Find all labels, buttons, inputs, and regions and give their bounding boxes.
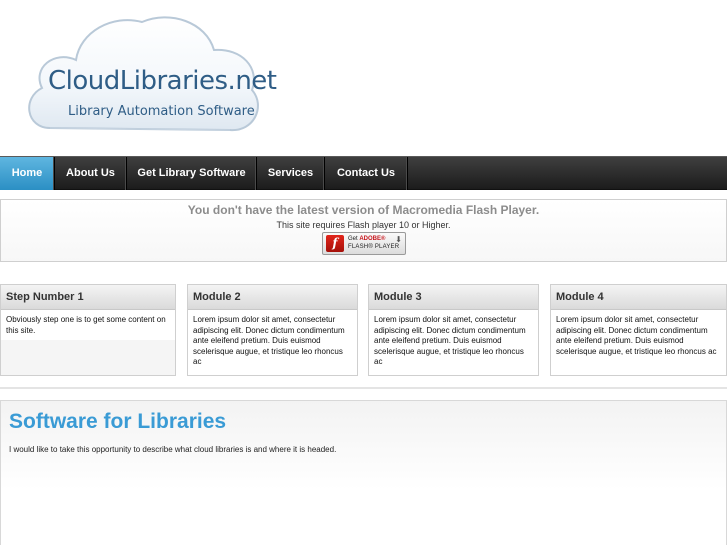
flash-badge-get-text: Get [348, 236, 358, 242]
flash-notice: You don't have the latest version of Mac… [0, 199, 727, 262]
main-content: Software for Libraries I would like to t… [0, 400, 727, 545]
flash-notice-title: You don't have the latest version of Mac… [187, 203, 540, 217]
site-logo[interactable]: CloudLibraries.net Library Automation So… [20, 10, 277, 145]
logo-subtitle: Library Automation Software [68, 104, 255, 119]
nav-about-us[interactable]: About Us [55, 157, 127, 190]
flash-badge-adobe: ADOBE® [359, 236, 386, 242]
content-text: I would like to take this opportunity to… [9, 445, 337, 454]
module-2: Module 2 Lorem ipsum dolor sit amet, con… [187, 284, 358, 376]
download-arrow-icon: ⬇ [395, 235, 402, 244]
flash-notice-subtitle: This site requires Flash player 10 or Hi… [276, 220, 451, 230]
nav-get-library-software[interactable]: Get Library Software [127, 157, 257, 190]
flash-badge-player: FLASH® PLAYER [348, 244, 400, 250]
module-title: Module 3 [369, 285, 538, 310]
logo-title: CloudLibraries.net [48, 66, 277, 96]
module-title: Step Number 1 [1, 285, 175, 310]
get-flash-player-button[interactable]: f Get ADOBE® FLASH® PLAYER ⬇ [322, 232, 406, 255]
nav-home[interactable]: Home [0, 157, 55, 190]
flash-logo-icon: f [326, 235, 344, 252]
main-nav: Home About Us Get Library Software Servi… [0, 156, 727, 190]
module-body: Lorem ipsum dolor sit amet, consectetur … [369, 310, 538, 375]
module-3: Module 3 Lorem ipsum dolor sit amet, con… [368, 284, 539, 376]
module-title: Module 4 [551, 285, 726, 310]
section-divider [0, 387, 727, 389]
module-body: Lorem ipsum dolor sit amet, consectetur … [188, 310, 357, 375]
module-step-1: Step Number 1 Obviously step one is to g… [0, 284, 176, 376]
content-title: Software for Libraries [9, 410, 227, 433]
module-body: Lorem ipsum dolor sit amet, consectetur … [551, 310, 726, 375]
module-4: Module 4 Lorem ipsum dolor sit amet, con… [550, 284, 727, 376]
nav-services[interactable]: Services [257, 157, 325, 190]
module-title: Module 2 [188, 285, 357, 310]
header: CloudLibraries.net Library Automation So… [0, 0, 727, 156]
flash-badge-get: Get ADOBE® [348, 236, 385, 242]
nav-contact-us[interactable]: Contact Us [325, 157, 408, 190]
module-body: Obviously step one is to get some conten… [1, 310, 175, 340]
